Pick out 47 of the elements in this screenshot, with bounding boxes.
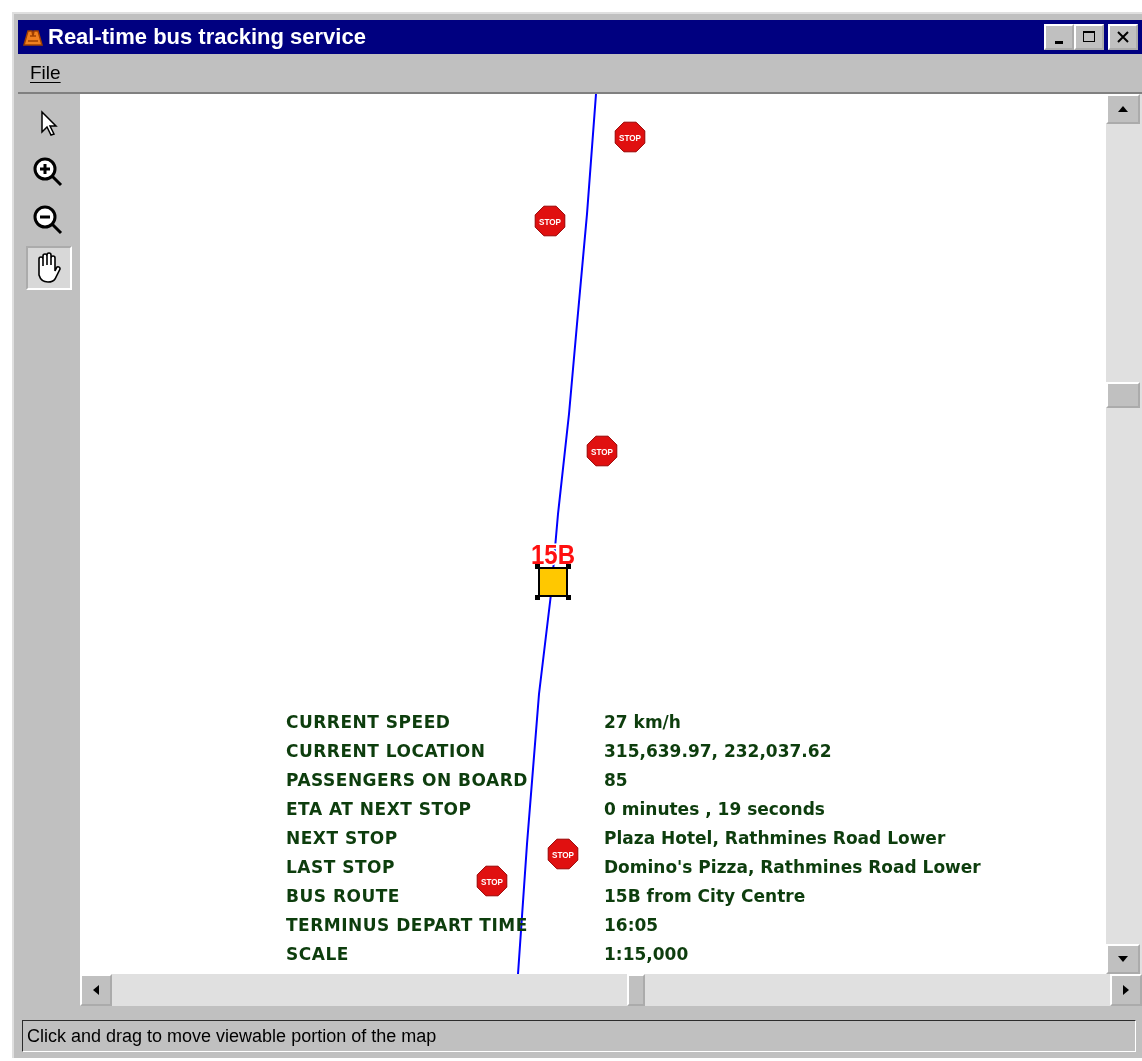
map-canvas[interactable] bbox=[80, 94, 1106, 974]
close-button[interactable] bbox=[1108, 24, 1138, 50]
window-title: Real-time bus tracking service bbox=[48, 24, 367, 50]
maximize-button[interactable] bbox=[1074, 24, 1104, 50]
menu-item[interactable]: File bbox=[30, 62, 61, 84]
pointer-icon bbox=[38, 110, 60, 138]
bus-marker[interactable] bbox=[535, 564, 571, 600]
stop-sign[interactable]: STOP bbox=[476, 865, 508, 897]
info-label: PASSENGERS ON BOARD bbox=[286, 769, 529, 792]
stop-sign[interactable]: STOP bbox=[534, 205, 566, 237]
scroll-left-button[interactable] bbox=[80, 974, 112, 1006]
info-value: Plaza Hotel, Rathmines Road Lower bbox=[604, 827, 947, 850]
info-value: 27 km/h bbox=[604, 711, 682, 734]
stop-sign[interactable]: STOP bbox=[547, 838, 579, 870]
status-text: Click and drag to move viewable portion of the map bbox=[27, 1025, 437, 1047]
info-value: 85 bbox=[604, 769, 629, 792]
info-label: ETA AT NEXT STOP bbox=[286, 798, 473, 821]
info-label: NEXT STOP bbox=[286, 827, 399, 850]
right-arrow-icon bbox=[1122, 984, 1130, 996]
scroll-thumb[interactable] bbox=[627, 974, 645, 1006]
maximize-icon bbox=[1082, 30, 1096, 44]
vertical-scrollbar[interactable] bbox=[1106, 94, 1142, 974]
down-arrow-icon bbox=[1117, 955, 1129, 963]
horizontal-scrollbar[interactable] bbox=[80, 974, 1142, 1006]
left-arrow-icon bbox=[92, 984, 100, 996]
stop-sign[interactable]: STOP bbox=[586, 435, 618, 467]
info-label: SCALE bbox=[286, 943, 350, 966]
scroll-thumb[interactable] bbox=[1106, 382, 1140, 408]
stop-sign[interactable]: STOP bbox=[614, 121, 646, 153]
info-value: 0 minutes , 19 seconds bbox=[604, 798, 826, 821]
info-label: BUS ROUTE bbox=[286, 885, 401, 908]
info-value: 315,639.97, 232,037.62 bbox=[604, 740, 833, 763]
close-icon bbox=[1116, 30, 1130, 44]
scroll-right-button[interactable] bbox=[1110, 974, 1142, 1006]
up-arrow-icon bbox=[1117, 105, 1129, 113]
info-label: CURRENT LOCATION bbox=[286, 740, 487, 763]
info-value: 1:15,000 bbox=[604, 943, 690, 966]
minimize-icon bbox=[1055, 40, 1063, 44]
scroll-down-button[interactable] bbox=[1106, 944, 1140, 974]
tool-button[interactable] bbox=[26, 246, 72, 290]
info-value: Domino's Pizza, Rathmines Road Lower bbox=[604, 856, 981, 879]
scroll-up-button[interactable] bbox=[1106, 94, 1140, 124]
info-value: 15B from City Centre bbox=[604, 885, 807, 908]
app-logo-icon bbox=[22, 27, 44, 47]
info-label: CURRENT SPEED bbox=[286, 711, 452, 734]
info-value: 16:05 bbox=[604, 914, 660, 937]
minimize-button[interactable] bbox=[1044, 24, 1074, 50]
